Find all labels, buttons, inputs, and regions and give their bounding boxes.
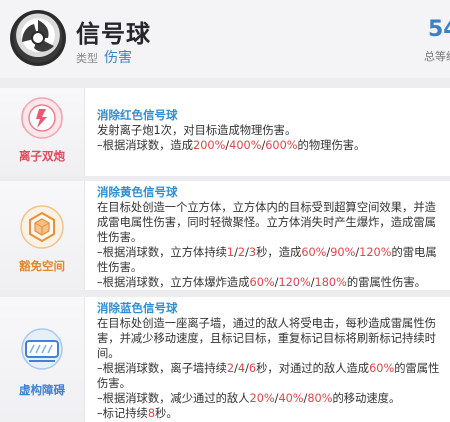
skill-scaling-line: 性伤害。 [97,261,143,274]
skill-desc-line: 发射离子炮1次，对目标造成物理伤害。 [97,124,297,137]
skill-scaling-line: –根据消球数，离子墙持续2/4/6秒，对通过的敌人造成60%的雷属性 [97,362,440,375]
skill-scaling-line: –根据消球数，立方体持续1/2/3秒，造成60%/90%/120%的雷电属 [97,246,437,259]
barrier-icon [21,328,63,370]
skill-icon-panel: 离子双炮 [0,88,85,176]
skill-description: 消除蓝色信号球 在目标处创造一座离子墙，通过的敌人将受电击，每秒造成雷属性伤 害… [97,301,444,421]
skill-icon-panel: 豁免空间 [0,181,85,290]
skill-scaling-line: –根据消球数，立方体爆炸造成60%/120%/180%的雷属性伤害。 [97,276,426,289]
skill-title: 消除红色信号球 [97,108,178,122]
signal-ball-icon [10,10,66,66]
type-label: 类型 [76,52,98,65]
skill-desc-line: 性伤害。 [97,231,143,244]
skill-description: 消除黄色信号球 在目标处创造一个立方体，立方体内的目标受到超算空间效果，并造 成… [97,185,444,290]
type-value: 伤害 [104,50,132,66]
item-title: 信号球 [76,20,151,48]
skill-scaling-line: 伤害。 [97,377,131,390]
skill-card-blue: 虚构障碍 消除蓝色信号球 在目标处创造一座离子墙，通过的敌人将受电击，每秒造成雷… [0,297,450,422]
skill-title: 消除黄色信号球 [97,185,178,199]
skill-card-yellow: 豁免空间 消除黄色信号球 在目标处创造一个立方体，立方体内的目标受到超算空间效果… [0,181,450,290]
skill-scaling-line: –根据消球数，造成200%/400%/600%的物理伤害。 [97,139,366,152]
skill-name: 豁免空间 [19,259,65,273]
skill-scaling-line: –根据消球数，减少通过的敌人20%/40%/80%的移动速度。 [97,392,401,405]
skill-desc-line: 在目标处创造一个立方体，立方体内的目标受到超算空间效果，并造 [97,201,436,214]
skill-name: 离子双炮 [19,149,65,163]
level-number: 54 [428,17,450,42]
skill-card-red: 离子双炮 消除红色信号球 发射离子炮1次，对目标造成物理伤害。 –根据消球数，造… [0,88,450,176]
skill-name: 虚构障碍 [19,383,65,397]
level-label: 总等级 [424,50,450,63]
item-header: 信号球 类型 伤害 54 总等级 [0,0,450,78]
cube-space-icon [20,205,64,249]
skill-desc-line: 间。 [97,347,120,360]
skill-scaling-line: –标记持续8秒。 [97,407,178,420]
skill-description: 消除红色信号球 发射离子炮1次，对目标造成物理伤害。 –根据消球数，造成200%… [97,108,444,153]
skill-icon-panel: 虚构障碍 [0,297,85,422]
skill-desc-line: 在目标处创造一座离子墙，通过的敌人将受电击，每秒造成雷属性伤 [97,317,436,330]
ion-cannon-icon [21,97,63,139]
skill-desc-line: 害，并减少移动速度，且标记目标，重复标记目标将刷新标记持续时 [97,332,436,345]
skill-title: 消除蓝色信号球 [97,301,178,315]
skill-desc-line: 成雷电属性伤害，同时轻微聚怪。立方体消失时产生爆炸，造成雷属 [97,216,436,229]
